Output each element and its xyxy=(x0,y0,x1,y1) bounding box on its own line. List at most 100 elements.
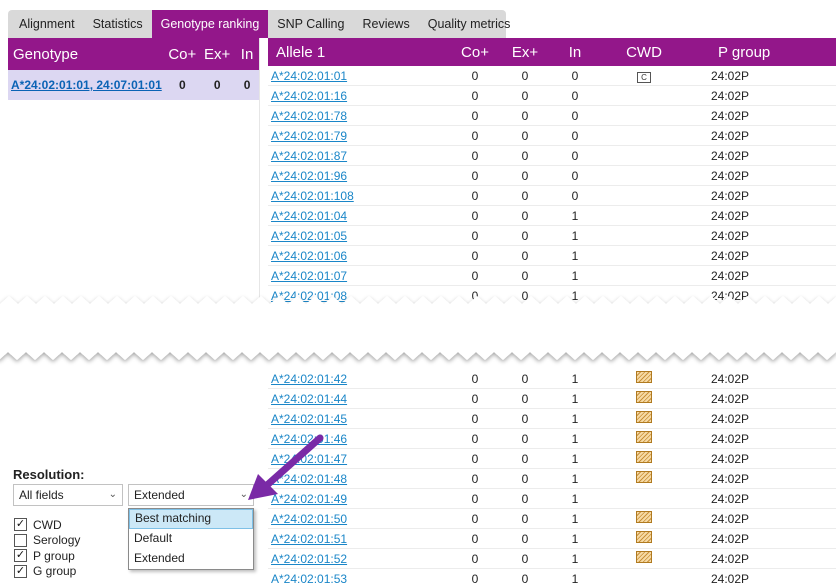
allele-row[interactable]: A*24:02:01:05 0 0 1 24:02P xyxy=(268,226,836,246)
allele-row[interactable]: A*24:02:01:51 0 0 1 24:02P xyxy=(268,529,836,549)
allele-row[interactable]: A*24:02:01:46 0 0 1 24:02P xyxy=(268,429,836,449)
allele-link[interactable]: A*24:02:01:01 xyxy=(268,69,450,83)
co-value: 0 xyxy=(471,471,479,486)
allele-link[interactable]: A*24:02:01:96 xyxy=(268,169,450,183)
allele-row[interactable]: A*24:02:01:16 0 0 0 24:02P xyxy=(268,86,836,106)
allele-column-header[interactable]: Allele 1 xyxy=(268,44,450,61)
tab-bar: Alignment Statistics Genotype ranking SN… xyxy=(8,10,510,38)
hatched-marker-icon xyxy=(636,551,652,563)
allele-row[interactable]: A*24:02:01:48 0 0 1 24:02P xyxy=(268,469,836,489)
allele-link[interactable]: A*24:02:01:04 xyxy=(268,209,450,223)
allele-row[interactable]: A*24:02:01:42 0 0 1 24:02P xyxy=(268,369,836,389)
genotype-row[interactable]: A*24:02:01:01, 24:07:01:01 0 0 0 xyxy=(8,70,259,100)
allele-link[interactable]: A*24:02:01:44 xyxy=(268,392,450,406)
allele-row[interactable]: A*24:02:01:47 0 0 1 24:02P xyxy=(268,449,836,469)
allele-row[interactable]: A*24:02:01:96 0 0 0 24:02P xyxy=(268,166,836,186)
allele-link[interactable]: A*24:02:01:51 xyxy=(268,532,450,546)
in-value: 1 xyxy=(571,571,579,583)
genotype-link[interactable]: A*24:02:01:01, 24:07:01:01 xyxy=(8,78,165,92)
ex-value: 0 xyxy=(521,411,529,426)
allele-link[interactable]: A*24:02:01:108 xyxy=(268,189,450,203)
allele-link[interactable]: A*24:02:01:16 xyxy=(268,89,450,103)
resolution-select-value: Extended xyxy=(134,488,185,502)
allele-row[interactable]: A*24:02:01:04 0 0 1 24:02P xyxy=(268,206,836,226)
allele-link[interactable]: A*24:02:01:05 xyxy=(268,229,450,243)
tab-snp-calling[interactable]: SNP Calling xyxy=(268,10,353,38)
co-value: 0 xyxy=(471,248,479,263)
ex-value: 0 xyxy=(521,471,529,486)
allele-row[interactable]: A*24:02:01:50 0 0 1 24:02P xyxy=(268,509,836,529)
allele-row[interactable]: A*24:02:01:45 0 0 1 24:02P xyxy=(268,409,836,429)
cwd-cell xyxy=(600,471,688,486)
allele-link[interactable]: A*24:02:01:50 xyxy=(268,512,450,526)
checkbox-serology[interactable]: Serology xyxy=(14,533,80,549)
pgroup-value: 24:02P xyxy=(711,88,750,103)
tab-alignment[interactable]: Alignment xyxy=(10,10,84,38)
allele-row[interactable]: A*24:02:01:52 0 0 1 24:02P xyxy=(268,549,836,569)
allele-link[interactable]: A*24:02:01:07 xyxy=(268,269,450,283)
ex-column-header[interactable]: Ex+ xyxy=(199,46,235,63)
allele-row[interactable]: A*24:02:01:07 0 0 1 24:02P xyxy=(268,266,836,286)
pgroup-value: 24:02P xyxy=(711,551,750,566)
co-value: 0 xyxy=(471,511,479,526)
ex-value: 0 xyxy=(521,188,529,203)
allele-link[interactable]: A*24:02:01:53 xyxy=(268,572,450,583)
genotype-column-header[interactable]: Genotype xyxy=(8,46,165,63)
co-column-header[interactable]: Co+ xyxy=(165,46,199,63)
co-value: 0 xyxy=(471,531,479,546)
option-best-matching[interactable]: Best matching xyxy=(129,509,253,529)
option-extended[interactable]: Extended xyxy=(129,549,253,569)
option-default[interactable]: Default xyxy=(129,529,253,549)
allele-row[interactable]: A*24:02:01:108 0 0 0 24:02P xyxy=(268,186,836,206)
pgroup-value: 24:02P xyxy=(711,248,750,263)
checkbox-cwd[interactable]: ✓ CWD xyxy=(14,517,80,533)
checkbox-label: G group xyxy=(33,564,77,579)
allele-row[interactable]: A*24:02:01:06 0 0 1 24:02P xyxy=(268,246,836,266)
co-value: 0 xyxy=(471,371,479,386)
co-column-header[interactable]: Co+ xyxy=(450,44,500,61)
co-value: 0 xyxy=(471,188,479,203)
allele-link[interactable]: A*24:02:01:79 xyxy=(268,129,450,143)
allele-row[interactable]: A*24:02:01:01 0 0 0 C 24:02P xyxy=(268,66,836,86)
tab-quality-metrics[interactable]: Quality metrics xyxy=(419,10,520,38)
allele-link[interactable]: A*24:02:01:87 xyxy=(268,149,450,163)
cwd-column-header[interactable]: CWD xyxy=(600,44,688,61)
allele-row[interactable]: A*24:02:01:87 0 0 0 24:02P xyxy=(268,146,836,166)
allele-link[interactable]: A*24:02:01:45 xyxy=(268,412,450,426)
ex-column-header[interactable]: Ex+ xyxy=(500,44,550,61)
tab-statistics[interactable]: Statistics xyxy=(84,10,152,38)
resolution-select[interactable]: Extended ⌄ xyxy=(128,484,254,506)
allele-row[interactable]: A*24:02:01:49 0 0 1 24:02P xyxy=(268,489,836,509)
allele-row[interactable]: A*24:02:01:44 0 0 1 24:02P xyxy=(268,389,836,409)
checkbox-empty-icon xyxy=(14,533,27,547)
checkmark-icon: ✓ xyxy=(14,518,27,532)
allele-link[interactable]: A*24:02:01:42 xyxy=(268,372,450,386)
allele-row[interactable]: A*24:02:01:79 0 0 0 24:02P xyxy=(268,126,836,146)
co-value: 0 xyxy=(471,148,479,163)
allele-link[interactable]: A*24:02:01:52 xyxy=(268,552,450,566)
checkbox-g-group[interactable]: ✓ G group xyxy=(14,564,80,580)
tab-genotype-ranking[interactable]: Genotype ranking xyxy=(151,10,269,38)
in-column-header[interactable]: In xyxy=(235,46,259,63)
fields-select[interactable]: All fields ⌄ xyxy=(13,484,123,506)
ex-value: 0 xyxy=(521,371,529,386)
cwd-cell xyxy=(600,511,688,526)
pgroup-value: 24:02P xyxy=(711,268,750,283)
co-value: 0 xyxy=(471,571,479,583)
ex-value: 0 xyxy=(521,391,529,406)
allele-link[interactable]: A*24:02:01:06 xyxy=(268,249,450,263)
tab-reviews[interactable]: Reviews xyxy=(353,10,418,38)
pgroup-value: 24:02P xyxy=(711,511,750,526)
allele-row[interactable]: A*24:02:01:78 0 0 0 24:02P xyxy=(268,106,836,126)
allele-link[interactable]: A*24:02:01:78 xyxy=(268,109,450,123)
allele-table-header: Allele 1 Co+ Ex+ In CWD P group xyxy=(268,38,836,66)
ex-value: 0 xyxy=(521,168,529,183)
co-value: 0 xyxy=(471,88,479,103)
allele-row[interactable]: A*24:02:01:53 0 0 1 24:02P xyxy=(268,569,836,583)
in-column-header[interactable]: In xyxy=(550,44,600,61)
cwd-cell xyxy=(600,371,688,386)
pgroup-column-header[interactable]: P group xyxy=(688,44,828,61)
checkbox-p-group[interactable]: ✓ P group xyxy=(14,548,80,564)
pgroup-value: 24:02P xyxy=(711,531,750,546)
in-value: 1 xyxy=(571,391,579,406)
